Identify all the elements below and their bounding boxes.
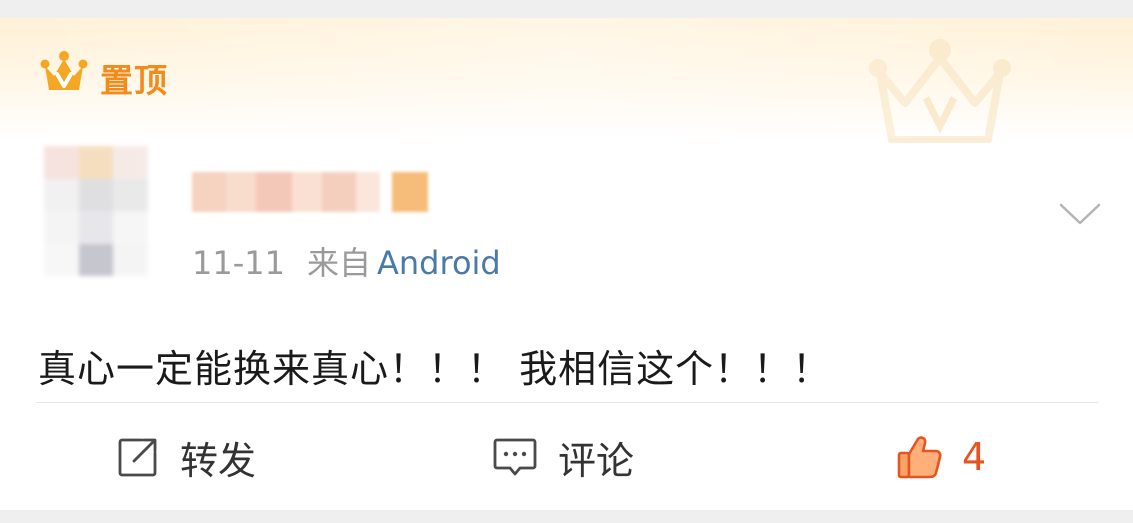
comment-icon <box>493 438 537 476</box>
pinned-label: 置顶 <box>100 61 168 100</box>
from-label: 来自 <box>306 244 371 282</box>
comment-button[interactable]: 评论 <box>492 430 634 484</box>
crown-watermark-icon <box>869 39 1011 143</box>
repost-button[interactable]: 转发 <box>116 430 256 484</box>
repost-icon <box>118 438 157 477</box>
post-date: 11-11 <box>192 244 285 282</box>
pinned-banner <box>0 18 1133 143</box>
source-link[interactable]: Android <box>377 244 501 282</box>
like-count: 4 <box>962 435 987 479</box>
avatar[interactable] <box>44 146 148 276</box>
post-meta: 11-11 来自 Android <box>192 238 501 284</box>
vip-badge-icon <box>392 172 428 212</box>
chevron-down-icon[interactable] <box>1058 200 1102 228</box>
username[interactable] <box>192 172 432 212</box>
comment-label: 评论 <box>558 438 635 483</box>
pinned-post-card: 置顶 11-11 来自 Android 真心一定能换来真心！！！ 我相信这个！！！ … <box>0 18 1133 510</box>
thumbs-up-icon <box>897 436 942 479</box>
divider <box>36 402 1098 403</box>
post-text: 真心一定能换来真心！！！ 我相信这个！！！ <box>38 347 832 391</box>
repost-label: 转发 <box>180 438 257 483</box>
crown-v-icon <box>40 51 88 90</box>
like-button[interactable]: 4 <box>896 430 986 484</box>
